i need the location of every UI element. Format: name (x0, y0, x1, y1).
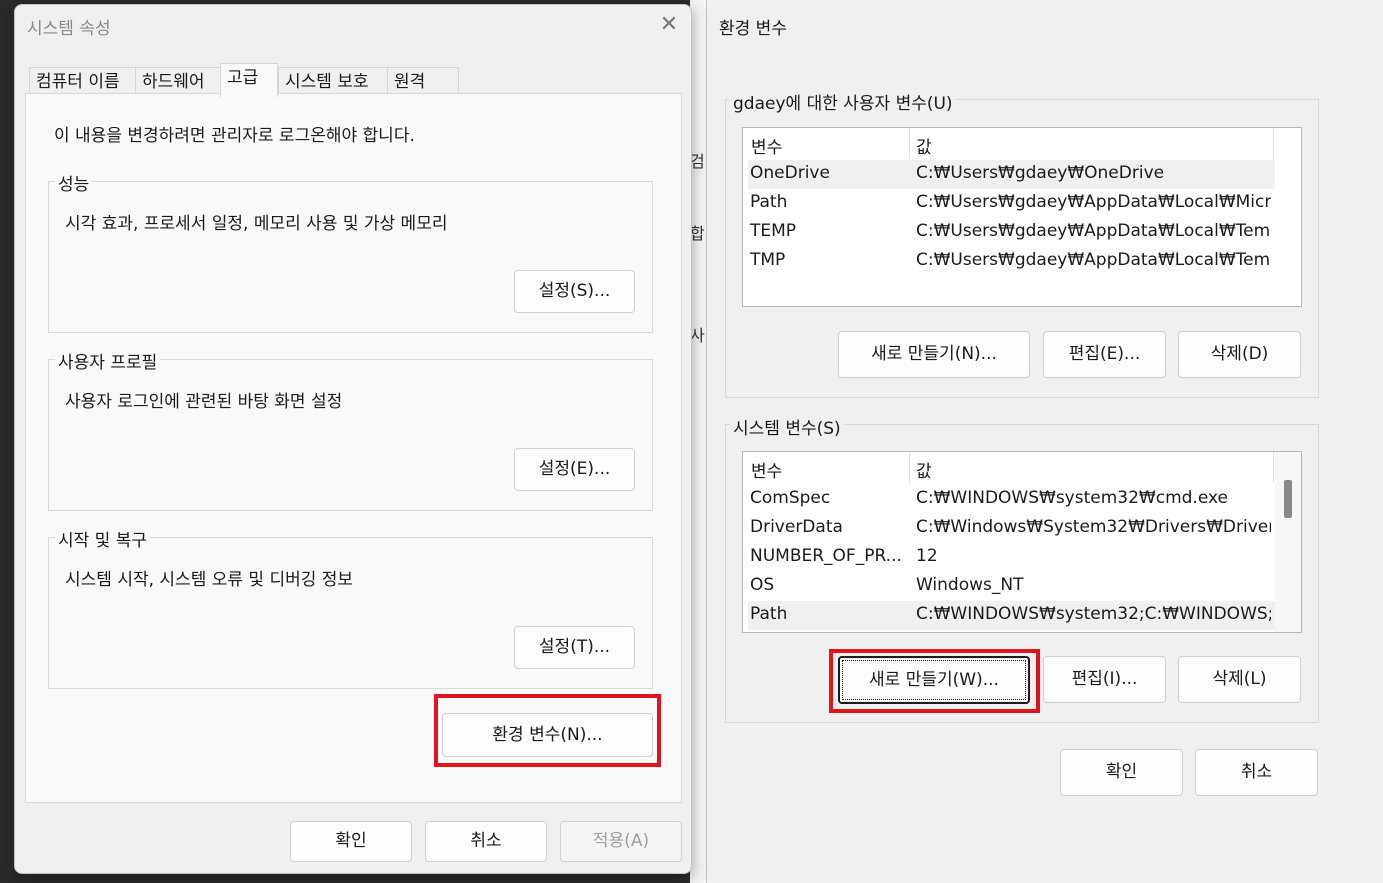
window-title: 시스템 속성 (27, 19, 111, 39)
startup-recovery-settings-label: 설정(T)... (538, 637, 611, 657)
environment-variables-window: 환경 변수 gdaey에 대한 사용자 변수(U) 변수 값 OneDrive … (706, 0, 1383, 883)
environment-variables-label: 환경 변수(N)... (492, 725, 603, 745)
tab-hardware[interactable]: 하드웨어 (135, 67, 221, 96)
column-header-value[interactable]: 값 (916, 133, 932, 158)
background-text-fragment: 사 (690, 326, 705, 345)
startup-recovery-group: 시작 및 복구 시스템 시작, 시스템 오류 및 디버깅 정보 설정(T)... (48, 526, 653, 689)
ok-label: 확인 (335, 831, 367, 851)
performance-label: 성능 (55, 170, 93, 195)
variable-value: C:₩Users₩gdaey₩OneDrive (916, 163, 1165, 183)
column-header-value[interactable]: 값 (916, 457, 932, 482)
variable-name: TMP (750, 250, 786, 270)
tab-computer-name[interactable]: 컴퓨터 이름 (29, 67, 136, 96)
table-row[interactable]: ComSpec C:₩WINDOWS₩system32₩cmd.exe (748, 485, 1275, 514)
table-row[interactable]: TEMP C:₩Users₩gdaey₩AppData₩Local₩Temp (748, 218, 1275, 247)
system-delete-label: 삭제(L) (1212, 669, 1267, 689)
user-edit-label: 편집(E)... (1068, 344, 1141, 364)
system-variables-label: 시스템 변수(S) (730, 414, 844, 439)
system-edit-button[interactable]: 편집(I)... (1043, 656, 1166, 703)
column-divider (1273, 452, 1274, 483)
user-variables-group: gdaey에 대한 사용자 변수(U) 변수 값 OneDrive C:₩Use… (725, 89, 1319, 398)
table-row[interactable]: DriverData C:₩Windows₩System32₩Drivers₩D… (748, 514, 1275, 543)
user-delete-button[interactable]: 삭제(D) (1178, 331, 1301, 378)
cancel-button[interactable]: 취소 (1195, 749, 1318, 796)
list-header: 변수 값 (743, 452, 1301, 483)
system-new-label: 새로 만들기(W)... (869, 670, 999, 690)
cancel-label: 취소 (1240, 762, 1273, 782)
admin-notice: 이 내용을 변경하려면 관리자로 로그온해야 합니다. (54, 126, 415, 146)
vertical-scrollbar[interactable] (1275, 452, 1301, 632)
system-edit-label: 편집(I)... (1071, 669, 1138, 689)
ok-button[interactable]: 확인 (290, 821, 412, 862)
window-title: 환경 변수 (719, 19, 787, 39)
system-variables-group: 시스템 변수(S) 변수 값 ComSpec C:₩WINDOWS₩system… (725, 414, 1319, 723)
background-text-fragment: 합 (690, 224, 705, 243)
system-new-button[interactable]: 새로 만들기(W)... (838, 656, 1030, 704)
user-variables-list[interactable]: 변수 값 OneDrive C:₩Users₩gdaey₩OneDrive Pa… (742, 127, 1302, 307)
variable-name: Path (750, 604, 788, 624)
variable-value: C:₩WINDOWS₩system32;C:₩WINDOWS;... (916, 604, 1271, 624)
user-profile-group: 사용자 프로필 사용자 로그인에 관련된 바탕 화면 설정 설정(E)... (48, 348, 653, 511)
column-divider (1273, 128, 1274, 159)
background-text-fragment: 검 (690, 152, 705, 171)
startup-recovery-label: 시작 및 복구 (55, 526, 151, 551)
user-profile-settings-label: 설정(E)... (538, 459, 611, 479)
variable-name: Path (750, 192, 788, 212)
tab-advanced[interactable]: 고급 (220, 63, 278, 97)
table-row[interactable]: Path C:₩WINDOWS₩system32;C:₩WINDOWS;... (748, 601, 1275, 630)
column-header-variable[interactable]: 변수 (751, 457, 782, 482)
system-properties-window: 시스템 속성 ✕ 컴퓨터 이름 하드웨어 고급 시스템 보호 원격 이 내용을 … (14, 4, 692, 874)
variable-name: ComSpec (750, 488, 831, 508)
user-profile-description: 사용자 로그인에 관련된 바탕 화면 설정 (65, 392, 343, 412)
ok-label: 확인 (1105, 762, 1138, 782)
performance-description: 시각 효과, 프로세서 일정, 메모리 사용 및 가상 메모리 (65, 214, 448, 234)
advanced-tab-panel: 이 내용을 변경하려면 관리자로 로그온해야 합니다. 성능 시각 효과, 프로… (25, 93, 682, 803)
user-new-label: 새로 만들기(N)... (871, 344, 997, 364)
user-edit-button[interactable]: 편집(E)... (1043, 331, 1166, 378)
performance-group: 성능 시각 효과, 프로세서 일정, 메모리 사용 및 가상 메모리 설정(S)… (48, 170, 653, 333)
table-row[interactable]: OS Windows_NT (748, 572, 1275, 601)
startup-recovery-settings-button[interactable]: 설정(T)... (514, 626, 635, 669)
close-icon[interactable]: ✕ (655, 11, 683, 39)
performance-settings-label: 설정(S)... (538, 281, 611, 301)
table-row[interactable]: TMP C:₩Users₩gdaey₩AppData₩Local₩Temp (748, 247, 1275, 276)
table-row[interactable]: Path C:₩Users₩gdaey₩AppData₩Local₩Micro.… (748, 189, 1275, 218)
ok-button[interactable]: 확인 (1060, 749, 1183, 796)
column-header-variable[interactable]: 변수 (751, 133, 782, 158)
variable-name: OS (750, 575, 775, 595)
cancel-button[interactable]: 취소 (425, 821, 547, 862)
list-header: 변수 값 (743, 128, 1301, 159)
startup-recovery-description: 시스템 시작, 시스템 오류 및 디버깅 정보 (65, 570, 354, 590)
table-row[interactable]: NUMBER_OF_PR... 12 (748, 543, 1275, 572)
scrollbar-thumb[interactable] (1284, 480, 1292, 518)
variable-name: OneDrive (750, 163, 830, 183)
apply-label: 적용(A) (592, 831, 650, 851)
apply-button[interactable]: 적용(A) (560, 821, 682, 862)
variable-name: NUMBER_OF_PR... (750, 546, 902, 566)
user-profile-settings-button[interactable]: 설정(E)... (514, 448, 635, 491)
variable-name: TEMP (750, 221, 797, 241)
variable-value: C:₩WINDOWS₩system32₩cmd.exe (916, 488, 1228, 508)
cancel-label: 취소 (470, 831, 502, 851)
variable-name: DriverData (750, 517, 843, 537)
system-variables-list[interactable]: 변수 값 ComSpec C:₩WINDOWS₩system32₩cmd.exe… (742, 451, 1302, 633)
variable-value: Windows_NT (916, 575, 1024, 595)
system-delete-button[interactable]: 삭제(L) (1178, 656, 1301, 703)
column-divider[interactable] (909, 128, 910, 159)
tab-system-protection[interactable]: 시스템 보호 (278, 67, 388, 96)
user-variables-label: gdaey에 대한 사용자 변수(U) (730, 89, 956, 114)
variable-value: C:₩Users₩gdaey₩AppData₩Local₩Temp (916, 221, 1271, 241)
variable-value: C:₩Users₩gdaey₩AppData₩Local₩Temp (916, 250, 1271, 270)
variable-value: 12 (916, 546, 938, 566)
variable-value: C:₩Windows₩System32₩Drivers₩Driver... (916, 517, 1271, 537)
user-delete-label: 삭제(D) (1210, 344, 1269, 364)
variable-value: C:₩Users₩gdaey₩AppData₩Local₩Micro... (916, 192, 1271, 212)
user-profile-label: 사용자 프로필 (55, 348, 161, 373)
environment-variables-button[interactable]: 환경 변수(N)... (442, 713, 653, 757)
tab-remote[interactable]: 원격 (387, 67, 459, 96)
table-row[interactable]: OneDrive C:₩Users₩gdaey₩OneDrive (748, 160, 1275, 189)
column-divider[interactable] (909, 452, 910, 483)
performance-settings-button[interactable]: 설정(S)... (514, 270, 635, 313)
user-new-button[interactable]: 새로 만들기(N)... (838, 331, 1030, 378)
